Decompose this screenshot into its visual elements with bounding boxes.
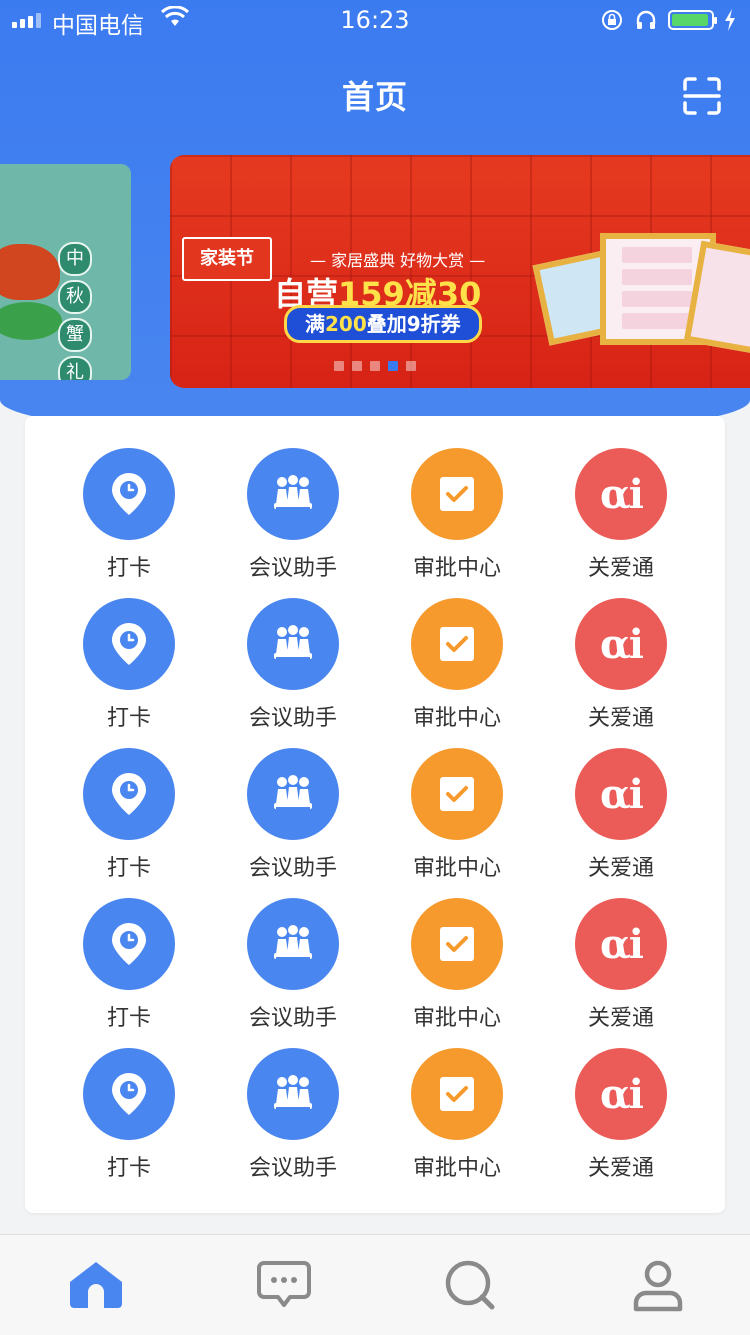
carousel-indicator (334, 361, 416, 371)
app-item[interactable]: 审批中心 (377, 598, 537, 748)
tab-discover[interactable] (440, 1255, 500, 1315)
app-label: 打卡 (106, 1006, 151, 1031)
carousel-dot[interactable] (370, 361, 380, 371)
home-icon (70, 1262, 122, 1308)
app-label: 关爱通 (587, 1006, 654, 1031)
scan-button[interactable] (682, 76, 722, 116)
location-clock-icon (83, 898, 175, 990)
app-item[interactable]: 审批中心 (377, 898, 537, 1048)
ai-icon: αi (575, 1048, 667, 1140)
app-label: 关爱通 (587, 706, 654, 731)
meeting-icon (247, 598, 339, 690)
ai-icon: αi (575, 898, 667, 990)
banner-tagline: — 家居盛典 好物大赏 — (310, 251, 486, 270)
app-item[interactable]: 打卡 (49, 598, 209, 748)
ai-icon: αi (575, 448, 667, 540)
app-label: 会议助手 (248, 1156, 337, 1181)
app-label: 会议助手 (248, 556, 337, 581)
app-label: 审批中心 (412, 1156, 501, 1181)
app-item[interactable]: 会议助手 (213, 598, 373, 748)
rotation-lock-icon (602, 10, 622, 30)
battery-icon (668, 10, 717, 30)
carousel-dot[interactable] (352, 361, 362, 371)
app-item[interactable]: 审批中心 (377, 748, 537, 898)
approval-check-icon (411, 448, 503, 540)
location-clock-icon (83, 448, 175, 540)
message-icon (257, 1261, 311, 1307)
app-label: 打卡 (106, 556, 151, 581)
app-label: 会议助手 (248, 856, 337, 881)
location-clock-icon (83, 748, 175, 840)
status-bar: 中国电信 16:23 (0, 0, 750, 40)
app-grid-card: 打卡 会议助手 审批中心 αi 关爱通 打卡 会议助手 审批中心 αi 关爱通 打卡 会议助手 审批中心… (25, 416, 725, 1213)
tab-home[interactable] (66, 1255, 126, 1315)
meeting-icon (247, 748, 339, 840)
tab-messages[interactable] (254, 1255, 314, 1315)
mid-autumn-char: 蟹 (58, 318, 92, 352)
mid-autumn-char: 秋 (58, 280, 92, 314)
app-label: 关爱通 (587, 556, 654, 581)
ai-icon: αi (575, 748, 667, 840)
discover-icon (445, 1260, 495, 1310)
headphones-icon (636, 10, 656, 29)
app-label: 会议助手 (248, 1006, 337, 1031)
leaf-image (0, 302, 62, 340)
app-item[interactable]: αi 关爱通 (541, 448, 701, 598)
approval-check-icon (411, 748, 503, 840)
page-title: 首页 (341, 78, 408, 116)
app-label: 会议助手 (248, 706, 337, 731)
coupon-pill: 满200叠加9折券 (284, 305, 482, 343)
approval-check-icon (411, 598, 503, 690)
coupon-prefix: 满 (305, 312, 325, 336)
coupon-highlight: 200 (325, 312, 367, 336)
app-item[interactable]: αi 关爱通 (541, 1048, 701, 1198)
app-label: 审批中心 (412, 856, 501, 881)
app-item[interactable]: 打卡 (49, 898, 209, 1048)
app-item[interactable]: αi 关爱通 (541, 748, 701, 898)
approval-check-icon (411, 1048, 503, 1140)
app-label: 打卡 (106, 856, 151, 881)
app-item[interactable]: 打卡 (49, 748, 209, 898)
app-item[interactable]: 审批中心 (377, 448, 537, 598)
charging-bolt-icon (725, 9, 735, 31)
mid-autumn-char: 中 (58, 242, 92, 276)
carousel-dot[interactable] (334, 361, 344, 371)
location-clock-icon (83, 598, 175, 690)
banner-slide-current[interactable]: 家装节 — 家居盛典 好物大赏 — 自营159减30 满200叠加9折券 (170, 155, 750, 388)
carousel-dot[interactable] (406, 361, 416, 371)
profile-icon (633, 1260, 683, 1312)
meeting-icon (247, 1048, 339, 1140)
app-label: 关爱通 (587, 856, 654, 881)
app-item[interactable]: 会议助手 (213, 898, 373, 1048)
app-item[interactable]: αi 关爱通 (541, 598, 701, 748)
banner-slide-previous[interactable]: 中 秋 蟹 礼 (0, 164, 131, 380)
ai-icon: αi (575, 598, 667, 690)
app-item[interactable]: 会议助手 (213, 748, 373, 898)
tab-profile[interactable] (628, 1255, 688, 1315)
mid-autumn-text: 中 秋 蟹 礼 (58, 242, 92, 380)
app-label: 审批中心 (412, 1006, 501, 1031)
app-label: 审批中心 (412, 706, 501, 731)
app-item[interactable]: 打卡 (49, 448, 209, 598)
approval-check-icon (411, 898, 503, 990)
mid-autumn-char: 礼 (58, 356, 92, 380)
carousel-dot[interactable] (388, 361, 398, 371)
app-item[interactable]: αi 关爱通 (541, 898, 701, 1048)
crab-image (0, 244, 60, 300)
app-label: 审批中心 (412, 556, 501, 581)
app-item[interactable]: 审批中心 (377, 1048, 537, 1198)
coupon-suffix: 叠加9折券 (366, 312, 461, 336)
app-item[interactable]: 会议助手 (213, 1048, 373, 1198)
brand-badge: 家装节 (182, 237, 272, 281)
meeting-icon (247, 448, 339, 540)
meeting-icon (247, 898, 339, 990)
app-item[interactable]: 打卡 (49, 1048, 209, 1198)
scan-icon (683, 77, 721, 115)
app-label: 打卡 (106, 706, 151, 731)
app-item[interactable]: 会议助手 (213, 448, 373, 598)
app-label: 关爱通 (587, 1156, 654, 1181)
location-clock-icon (83, 1048, 175, 1140)
tab-bar (0, 1234, 750, 1335)
app-label: 打卡 (106, 1156, 151, 1181)
